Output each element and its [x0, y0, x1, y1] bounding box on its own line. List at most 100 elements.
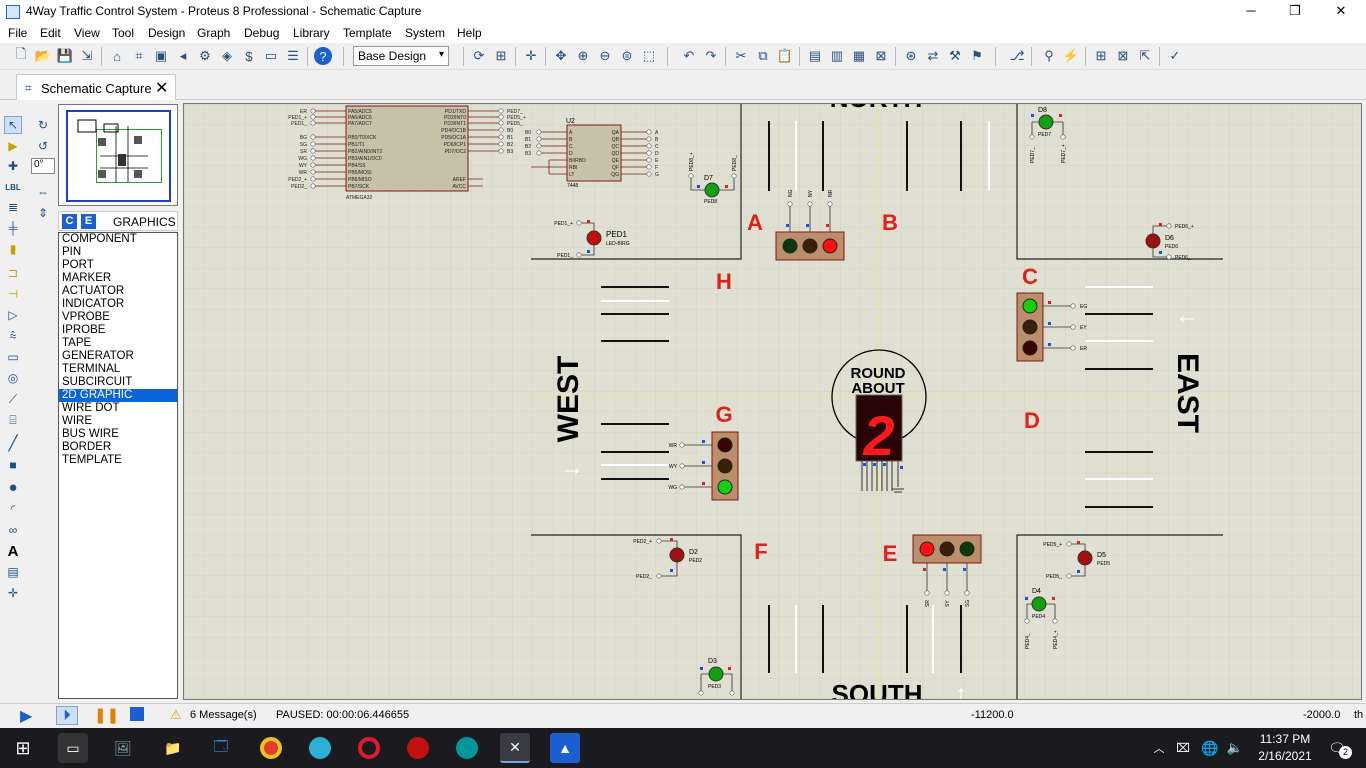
arduino-icon[interactable] [452, 733, 482, 763]
source-code-icon[interactable]: ▭ [262, 47, 280, 65]
schematic-icon[interactable]: ⌗ [130, 47, 148, 65]
pick-device-icon[interactable]: ⊛ [902, 47, 920, 65]
make-device-icon[interactable]: ⇄ [924, 47, 942, 65]
list-item[interactable]: VPROBE [59, 311, 177, 324]
zoom-in-icon[interactable]: ⊕ [574, 47, 592, 65]
list-item[interactable]: GENERATOR [59, 350, 177, 363]
pause-button[interactable]: ❚❚ [94, 706, 119, 724]
list-item[interactable]: PIN [59, 246, 177, 259]
menu-graph[interactable]: Graph [197, 25, 230, 40]
power-icon[interactable]: ⌧ [1172, 733, 1194, 763]
volume-icon[interactable]: 🔈 [1224, 733, 1246, 763]
home-icon[interactable]: ⌂ [108, 47, 126, 65]
block-rotate-icon[interactable]: ▦ [850, 47, 868, 65]
box-icon[interactable]: ■ [4, 456, 22, 474]
copy-icon[interactable]: ⧉ [754, 47, 772, 65]
list-item[interactable]: TAPE [59, 337, 177, 350]
line-icon[interactable]: ╱ [4, 434, 22, 452]
block-delete-icon[interactable]: ⊠ [872, 47, 890, 65]
list-item[interactable]: IPROBE [59, 324, 177, 337]
remove-sheet-icon[interactable]: ⊠ [1114, 47, 1132, 65]
design-variant-select[interactable]: Base Design ▾ [353, 46, 449, 66]
list-item[interactable]: SUBCIRCUIT [59, 376, 177, 389]
pan-icon[interactable]: ✥ [552, 47, 570, 65]
generator-icon[interactable]: ▭ [4, 348, 22, 366]
menu-help[interactable]: Help [457, 25, 482, 40]
import-icon[interactable]: ⇲ [78, 47, 96, 65]
circle-icon[interactable]: ● [4, 478, 22, 496]
menu-design[interactable]: Design [148, 25, 185, 40]
grid-icon[interactable]: ⊞ [492, 47, 510, 65]
start-button-icon[interactable]: ⊞ [8, 733, 38, 763]
packaging-icon[interactable]: ⚒ [946, 47, 964, 65]
refresh-icon[interactable]: ⟳ [470, 47, 488, 65]
list-item[interactable]: WIRE [59, 415, 177, 428]
cut-icon[interactable]: ✂ [732, 47, 750, 65]
zoom-area-icon[interactable]: ⬚ [640, 47, 658, 65]
menu-library[interactable]: Library [293, 25, 330, 40]
menu-system[interactable]: System [405, 25, 445, 40]
help-icon[interactable]: ? [314, 47, 332, 65]
zoom-out-icon[interactable]: ⊖ [596, 47, 614, 65]
list-item[interactable]: INDICATOR [59, 298, 177, 311]
block-move-icon[interactable]: ▥ [828, 47, 846, 65]
current-probe-icon[interactable]: ⟋ [4, 390, 22, 408]
menu-tool[interactable]: Tool [112, 25, 134, 40]
marker-icon[interactable]: ✛ [4, 584, 22, 602]
save-icon[interactable]: 💾 [56, 47, 74, 65]
search-tag-icon[interactable]: ⚲ [1040, 47, 1058, 65]
zoom-all-icon[interactable]: ⊜ [618, 47, 636, 65]
rotation-angle-input[interactable]: 0° [31, 158, 55, 174]
edge-icon[interactable] [305, 733, 335, 763]
decompose-icon[interactable]: ⚑ [968, 47, 986, 65]
list-item[interactable]: COMPONENT [59, 233, 177, 246]
list-item[interactable]: TERMINAL [59, 363, 177, 376]
exit-parent-icon[interactable]: ⇱ [1136, 47, 1154, 65]
rotate-clockwise-icon[interactable]: ↻ [34, 116, 52, 134]
overview-window[interactable] [58, 104, 178, 206]
mirror-x-icon[interactable]: ⇔ [34, 183, 52, 201]
stop-button[interactable] [130, 707, 144, 721]
menu-edit[interactable]: Edit [40, 25, 61, 40]
property-assign-icon[interactable]: ⚡ [1062, 47, 1080, 65]
opera-icon[interactable] [354, 733, 384, 763]
list-item[interactable]: MARKER [59, 272, 177, 285]
symbol-icon[interactable]: ▤ [4, 563, 22, 581]
arc-icon[interactable]: ◜ [4, 500, 22, 518]
wire-autorouter-icon[interactable]: ⎇ [1008, 47, 1026, 65]
notes-icon[interactable]: ☰ [284, 47, 302, 65]
block-copy-icon[interactable]: ▤ [806, 47, 824, 65]
photos-icon[interactable]: ▲ [550, 733, 580, 763]
music-app-icon[interactable] [403, 733, 433, 763]
list-item[interactable]: WIRE DOT [59, 402, 177, 415]
3d-view-icon[interactable]: ◈ [218, 47, 236, 65]
terminals-icon[interactable]: ⊐ [4, 264, 22, 282]
wire-label-icon[interactable]: LBL [4, 178, 22, 196]
control-panel-icon[interactable]: 🗔 [206, 733, 236, 763]
open-folder-icon[interactable]: 📂 [34, 47, 52, 65]
file-explorer-icon[interactable]: 📁 [158, 733, 188, 763]
menu-view[interactable]: View [74, 25, 100, 40]
pin-icon[interactable]: ⊣ [4, 285, 22, 303]
tape-recorder-icon[interactable]: ⩯ [4, 327, 22, 345]
menu-debug[interactable]: Debug [244, 25, 279, 40]
gerber-icon[interactable]: ⚙ [196, 47, 214, 65]
schematic-canvas[interactable]: ← → ↑ NORTH SOUTH WEST EAST A B C D E F … [183, 103, 1362, 700]
tab-close-icon[interactable]: ✕ [155, 78, 168, 98]
object-selector-list[interactable]: COMPONENT PIN PORT MARKER ACTUATOR INDIC… [58, 232, 178, 699]
bom-icon[interactable]: $ [240, 47, 258, 65]
voltage-probe-icon[interactable]: ◎ [4, 369, 22, 387]
bus-icon[interactable]: ╪ [4, 219, 22, 237]
restore-button[interactable]: ❐ [1272, 0, 1318, 24]
step-button[interactable]: ⏵ [56, 706, 78, 725]
back-icon[interactable]: ◂ [174, 47, 192, 65]
electrical-rule-check-icon[interactable]: ✓ [1166, 47, 1184, 65]
list-item[interactable]: PORT [59, 259, 177, 272]
show-hidden-icons-icon[interactable]: ︿ [1150, 733, 1168, 763]
text-icon[interactable]: A [4, 542, 22, 560]
virtual-instrument-icon[interactable]: ⌸ [4, 411, 22, 429]
menu-file[interactable]: File [8, 25, 27, 40]
mirror-y-icon[interactable]: ⇕ [34, 204, 52, 222]
tab-schematic-capture[interactable]: ⌗ Schematic Capture ✕ [16, 74, 176, 100]
proteus-taskbar-icon[interactable]: ✕ [500, 733, 530, 763]
